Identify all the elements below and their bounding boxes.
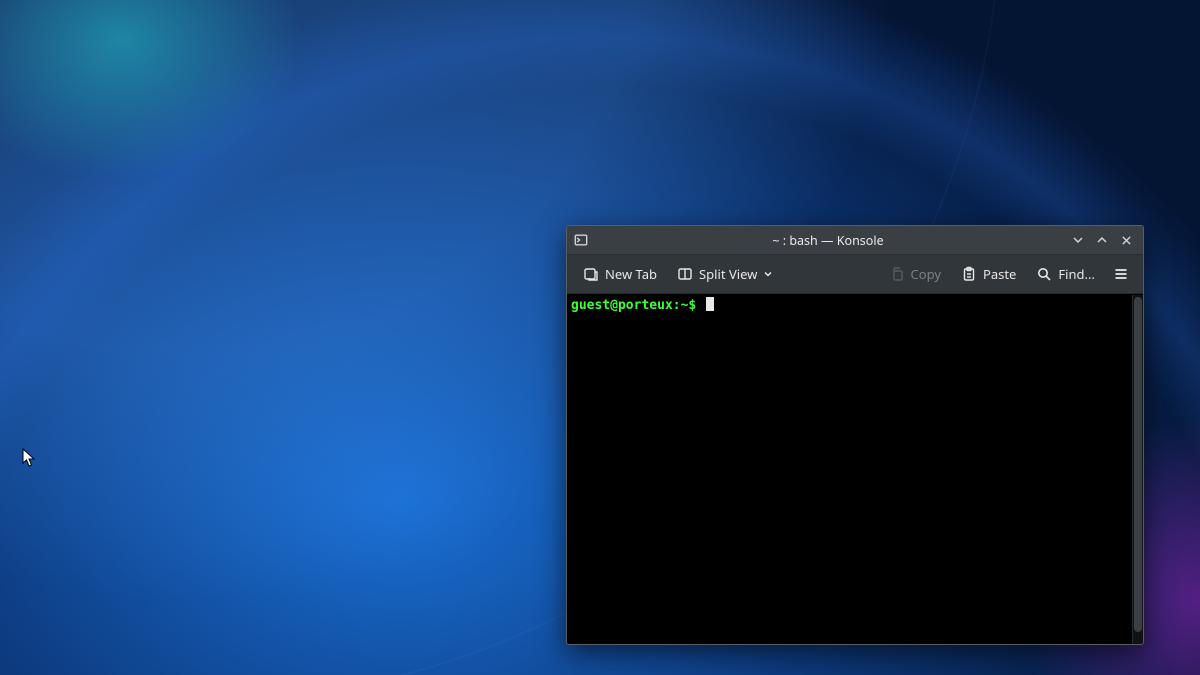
minimize-button[interactable]	[1067, 230, 1089, 250]
close-button[interactable]	[1115, 230, 1137, 250]
konsole-window: ~ : bash — Konsole	[566, 225, 1144, 645]
scrollbar-thumb[interactable]	[1134, 297, 1142, 632]
paste-button[interactable]: Paste	[953, 260, 1024, 288]
split-view-button[interactable]: Split View	[669, 260, 781, 288]
window-titlebar[interactable]: ~ : bash — Konsole	[567, 226, 1143, 255]
shell-prompt: guest@porteux:~$	[571, 298, 696, 313]
desktop-wallpaper: ~ : bash — Konsole	[0, 0, 1200, 675]
text-cursor	[706, 297, 714, 311]
app-icon	[573, 232, 589, 248]
toolbar: New Tab Split View	[567, 255, 1143, 294]
paste-icon	[961, 266, 977, 282]
find-label: Find...	[1058, 265, 1095, 283]
paste-label: Paste	[983, 265, 1016, 283]
new-tab-label: New Tab	[605, 265, 657, 283]
window-title: ~ : bash — Konsole	[595, 232, 1061, 249]
copy-icon	[889, 266, 905, 282]
terminal-output[interactable]: guest@porteux:~$	[567, 295, 1132, 644]
hamburger-icon	[1113, 266, 1129, 282]
copy-label: Copy	[911, 265, 941, 283]
terminal-area[interactable]: guest@porteux:~$	[567, 294, 1143, 644]
new-tab-button[interactable]: New Tab	[575, 260, 665, 288]
chevron-down-icon	[763, 269, 773, 279]
hamburger-menu-button[interactable]	[1107, 261, 1135, 287]
split-view-icon	[677, 266, 693, 282]
mouse-cursor-icon	[22, 448, 36, 468]
split-view-label: Split View	[699, 265, 757, 283]
copy-button[interactable]: Copy	[881, 260, 949, 288]
terminal-scrollbar[interactable]	[1132, 295, 1143, 644]
search-icon	[1036, 266, 1052, 282]
new-tab-icon	[583, 266, 599, 282]
find-button[interactable]: Find...	[1028, 260, 1103, 288]
maximize-button[interactable]	[1091, 230, 1113, 250]
